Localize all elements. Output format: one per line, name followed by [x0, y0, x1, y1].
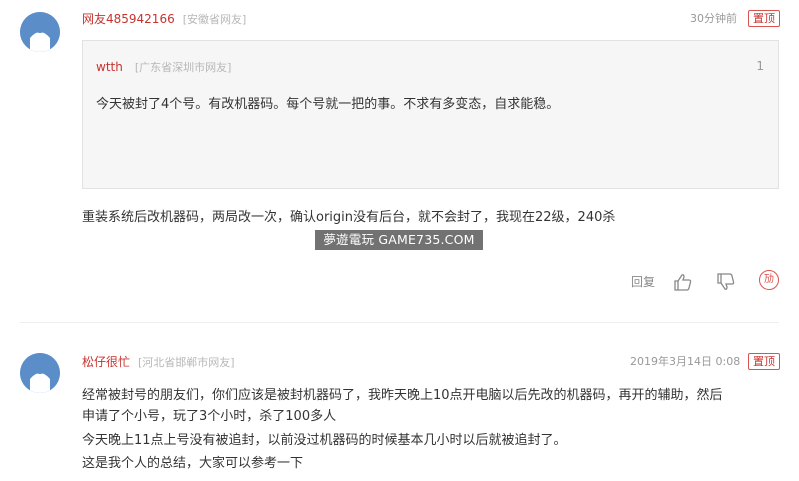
- report-icon[interactable]: 劢: [759, 270, 779, 290]
- comment-body-line: 这是我个人的总结，大家可以参考一下: [82, 456, 304, 471]
- comment-header: 松仔很忙 [河北省邯郸市网友]: [82, 354, 235, 371]
- avatar-icon: [20, 353, 60, 393]
- quote-user-name[interactable]: wtth: [96, 60, 123, 74]
- comment-body: 重装系统后改机器码，两局改一次，确认origin没有后台，就不会封了，我现在22…: [82, 210, 616, 225]
- comment-time: 30分钟前: [690, 12, 737, 25]
- comment-body-line: 经常被封号的朋友们，你们应该是被封机器码了，我昨天晚上10点开电脑以后先改的机器…: [82, 388, 723, 403]
- comment-body-line: 今天晚上11点上号没有被追封，以前没过机器码的时候基本几小时以后就被追封了。: [82, 433, 567, 448]
- avatar-icon: [20, 12, 60, 52]
- quote-header: wtth [广东省深圳市网友]: [96, 59, 231, 75]
- quote-text: 今天被封了4个号。有改机器码。每个号就一把的事。不求有多变态，自求能稳。: [96, 97, 560, 112]
- pin-button[interactable]: 置顶: [748, 353, 780, 370]
- thumbs-up-icon[interactable]: [673, 272, 693, 292]
- reply-button[interactable]: 回复: [631, 273, 655, 290]
- pin-button[interactable]: 置顶: [748, 10, 780, 27]
- avatar[interactable]: [20, 353, 60, 393]
- user-location: [安徽省网友]: [182, 13, 247, 26]
- user-name[interactable]: 松仔很忙: [82, 355, 130, 369]
- user-location: [河北省邯郸市网友]: [138, 356, 235, 369]
- quoted-comment: wtth [广东省深圳市网友] 1 今天被封了4个号。有改机器码。每个号就一把的事…: [82, 40, 779, 189]
- quote-user-location: [广东省深圳市网友]: [134, 61, 232, 74]
- comment-header: 网友485942166 [安徽省网友]: [82, 11, 246, 28]
- watermark: 夢遊電玩 GAME735.COM: [315, 230, 483, 250]
- user-name[interactable]: 网友485942166: [82, 12, 175, 26]
- avatar[interactable]: [20, 12, 60, 52]
- comment-body-line: 申请了个小号，玩了3个小时，杀了100多人: [82, 409, 337, 424]
- comment-divider: [20, 322, 779, 323]
- thumbs-down-icon[interactable]: [716, 272, 736, 292]
- quote-floor-number: 1: [756, 59, 764, 73]
- comment-time: 2019年3月14日 0:08: [630, 355, 741, 368]
